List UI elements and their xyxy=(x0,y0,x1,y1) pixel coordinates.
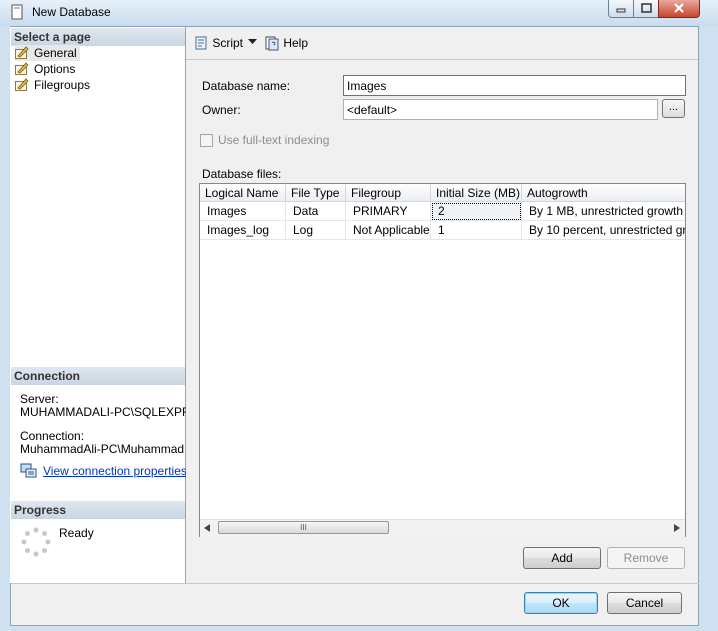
script-label: Script xyxy=(212,36,244,50)
script-icon xyxy=(195,36,207,50)
database-files-label: Database files: xyxy=(202,167,282,181)
page-icon xyxy=(15,46,29,59)
page-icon xyxy=(15,78,29,91)
maximize-button[interactable] xyxy=(633,0,659,18)
minimize-icon xyxy=(616,8,626,13)
table-cell[interactable]: PRIMARY xyxy=(346,202,431,221)
server-label: Server: xyxy=(20,392,59,406)
database-name-input[interactable] xyxy=(343,75,686,96)
connection-properties-icon xyxy=(20,463,37,478)
progress-spinner-icon xyxy=(21,527,51,557)
close-icon xyxy=(674,3,684,13)
cancel-button[interactable]: Cancel xyxy=(607,592,682,614)
help-icon xyxy=(265,36,279,51)
owner-label: Owner: xyxy=(202,103,241,117)
table-cell-selected[interactable]: 2 xyxy=(431,202,522,221)
column-header-initial-size[interactable]: Initial Size (MB) xyxy=(431,184,522,202)
add-button[interactable]: Add xyxy=(523,547,601,569)
fulltext-label: Use full-text indexing xyxy=(218,133,330,147)
view-connection-properties-link[interactable]: View connection properties xyxy=(43,464,187,478)
toolbar xyxy=(186,27,698,60)
connection-label: Connection: xyxy=(20,429,85,443)
page-icon xyxy=(15,62,29,75)
database-icon xyxy=(11,4,23,20)
column-header-file-type[interactable]: File Type xyxy=(286,184,346,202)
table-cell[interactable]: By 1 MB, unrestricted growth xyxy=(522,202,685,221)
table-cell[interactable]: Not Applicable xyxy=(346,221,431,240)
table-cell[interactable]: Images xyxy=(200,202,286,221)
chevron-down-icon[interactable] xyxy=(248,39,257,45)
scroll-left-icon[interactable] xyxy=(204,524,210,532)
help-button[interactable]: Help xyxy=(264,35,308,51)
table-cell[interactable]: Data xyxy=(286,202,346,221)
remove-button[interactable]: Remove xyxy=(607,547,685,569)
script-button[interactable]: Script xyxy=(193,35,243,51)
table-cell[interactable]: 1 xyxy=(431,221,522,240)
scroll-right-icon[interactable] xyxy=(674,524,680,532)
column-header-filegroup[interactable]: Filegroup xyxy=(346,184,431,202)
help-label: Help xyxy=(283,36,309,50)
close-button[interactable] xyxy=(658,0,700,18)
owner-browse-button[interactable]: ... xyxy=(662,99,685,118)
server-value: MUHAMMADALI-PC\SQLEXPRE xyxy=(20,405,199,419)
select-page-header: Select a page xyxy=(11,28,185,46)
connection-header: Connection xyxy=(11,367,185,385)
progress-status: Ready xyxy=(59,526,94,540)
page-item-label: Filegroups xyxy=(34,78,91,92)
footer-divider xyxy=(11,583,699,584)
ok-button[interactable]: OK xyxy=(524,592,598,614)
table-cell[interactable]: By 10 percent, unrestricted growth xyxy=(522,221,685,240)
fulltext-checkbox[interactable] xyxy=(200,134,213,147)
progress-header: Progress xyxy=(11,501,185,519)
page-item-label: General xyxy=(34,46,77,60)
table-cell[interactable]: Log xyxy=(286,221,346,240)
left-pane xyxy=(10,27,186,583)
minimize-button[interactable] xyxy=(608,0,634,18)
column-header-logical-name[interactable]: Logical Name xyxy=(200,184,286,202)
window-title: New Database xyxy=(32,5,111,19)
scrollbar-thumb[interactable]: III xyxy=(218,521,389,534)
maximize-icon xyxy=(641,3,652,13)
page-item-options[interactable]: Options xyxy=(15,61,75,77)
owner-input[interactable] xyxy=(343,99,658,120)
connection-value: MuhammadAli-PC\Muhammad Ali xyxy=(20,442,201,456)
database-name-label: Database name: xyxy=(202,79,291,93)
column-header-autogrowth[interactable]: Autogrowth xyxy=(522,184,685,202)
page-item-filegroups[interactable]: Filegroups xyxy=(15,77,90,93)
page-item-label: Options xyxy=(34,62,76,76)
database-files-grid[interactable]: Logical Name File Type Filegroup Initial… xyxy=(199,183,686,537)
table-cell[interactable]: Images_log xyxy=(200,221,286,240)
page-item-general[interactable]: General xyxy=(15,45,80,61)
